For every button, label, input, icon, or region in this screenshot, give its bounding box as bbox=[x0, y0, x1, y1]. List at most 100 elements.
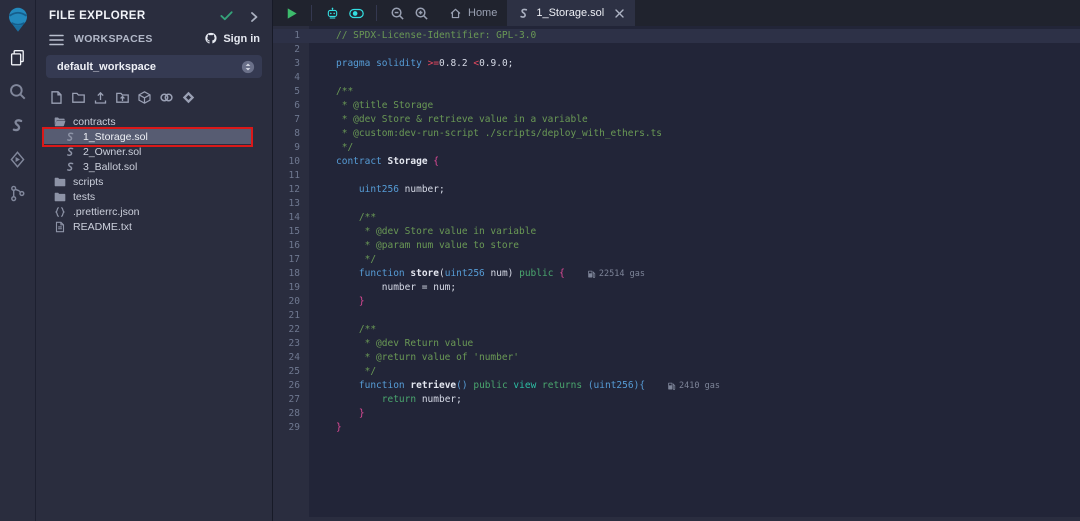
tree-item-label: scripts bbox=[73, 176, 103, 188]
workspace-selected-value: default_workspace bbox=[57, 61, 241, 73]
code-text: // SPDX-License-Identifier: GPL-3.0 bbox=[309, 29, 536, 43]
code-line: 16 * @param num value to store bbox=[273, 239, 1080, 253]
tree-item-label: .prettierrc.json bbox=[73, 206, 140, 218]
remix-logo-icon[interactable] bbox=[0, 0, 36, 40]
horizontal-scrollbar[interactable] bbox=[273, 517, 1080, 521]
tree-item-.prettierrc.json[interactable]: .prettierrc.json bbox=[36, 204, 272, 219]
code-text: */ bbox=[309, 141, 353, 155]
cube-icon[interactable] bbox=[137, 90, 152, 105]
solidity-file-icon bbox=[64, 161, 76, 173]
line-number: 15 bbox=[273, 225, 309, 239]
code-line: 25 */ bbox=[273, 365, 1080, 379]
code-line: 7 * @dev Store & retrieve value in a var… bbox=[273, 113, 1080, 127]
line-number: 10 bbox=[273, 155, 309, 169]
chevron-right-icon[interactable] bbox=[248, 10, 260, 22]
tree-item-label: README.txt bbox=[73, 221, 132, 233]
line-number: 27 bbox=[273, 393, 309, 407]
line-number: 28 bbox=[273, 407, 309, 421]
workspaces-menu-icon[interactable] bbox=[49, 33, 64, 45]
code-text: uint256 number; bbox=[309, 183, 445, 197]
solidity-compiler-icon[interactable] bbox=[0, 108, 36, 142]
line-number: 12 bbox=[273, 183, 309, 197]
code-editor[interactable]: 1// SPDX-License-Identifier: GPL-3.023pr… bbox=[273, 26, 1080, 521]
sign-in-label: Sign in bbox=[223, 33, 260, 45]
code-line: 15 * @dev Store value in variable bbox=[273, 225, 1080, 239]
tree-item-README.txt[interactable]: README.txt bbox=[36, 219, 272, 234]
line-number: 23 bbox=[273, 337, 309, 351]
line-number: 19 bbox=[273, 281, 309, 295]
tree-item-1_Storage.sol[interactable]: 1_Storage.sol bbox=[36, 129, 272, 144]
line-number: 14 bbox=[273, 211, 309, 225]
git-icon[interactable] bbox=[0, 176, 36, 210]
code-text: function store(uint256 num) public { bbox=[309, 267, 565, 281]
code-line: 1// SPDX-License-Identifier: GPL-3.0 bbox=[273, 29, 1080, 43]
gas-estimate-badge: 2410 gas bbox=[667, 379, 720, 393]
code-text: } bbox=[309, 407, 365, 421]
code-line: 21 bbox=[273, 309, 1080, 323]
folder-open-icon bbox=[54, 116, 66, 128]
code-text: contract Storage { bbox=[309, 155, 439, 169]
line-number: 11 bbox=[273, 169, 309, 183]
run-script-button[interactable] bbox=[279, 1, 303, 25]
code-text: * @dev Store value in variable bbox=[309, 225, 536, 239]
code-line: 28 } bbox=[273, 407, 1080, 421]
check-icon[interactable] bbox=[219, 8, 234, 23]
upload-folder-icon[interactable] bbox=[115, 90, 130, 105]
tree-item-label: tests bbox=[73, 191, 95, 203]
code-line: 17 */ bbox=[273, 253, 1080, 267]
upload-file-icon[interactable] bbox=[93, 90, 108, 105]
tree-item-3_Ballot.sol[interactable]: 3_Ballot.sol bbox=[36, 159, 272, 174]
zoom-in-icon[interactable] bbox=[409, 1, 433, 25]
new-folder-icon[interactable] bbox=[71, 90, 86, 105]
code-line: 18 function store(uint256 num) public {2… bbox=[273, 267, 1080, 281]
code-line: 8 * @custom:dev-run-script ./scripts/dep… bbox=[273, 127, 1080, 141]
file-tree: contracts 1_Storage.sol2_Owner.sol 3_Ballo… bbox=[36, 114, 272, 234]
github-icon bbox=[204, 32, 218, 46]
code-line: 11 bbox=[273, 169, 1080, 183]
tab-1-storage-sol[interactable]: 1_Storage.sol bbox=[507, 0, 635, 26]
line-number: 21 bbox=[273, 309, 309, 323]
workspaces-label: WORKSPACES bbox=[74, 33, 204, 45]
close-tab-icon[interactable] bbox=[614, 8, 625, 19]
tree-item-contracts[interactable]: contracts bbox=[36, 114, 272, 129]
code-line: 24 * @return value of 'number' bbox=[273, 351, 1080, 365]
tree-item-label: 3_Ballot.sol bbox=[83, 161, 137, 173]
code-text: return number; bbox=[309, 393, 462, 407]
link-icon[interactable] bbox=[159, 90, 174, 105]
remix-ide-window: FILE EXPLORER WORKSPACES Sign in default… bbox=[0, 0, 1080, 521]
code-line: 2 bbox=[273, 43, 1080, 57]
ai-assistant-icon[interactable] bbox=[320, 1, 344, 25]
new-file-icon[interactable] bbox=[49, 90, 64, 105]
diamond-icon[interactable] bbox=[181, 90, 196, 105]
line-number: 16 bbox=[273, 239, 309, 253]
code-line: 9 */ bbox=[273, 141, 1080, 155]
line-number: 22 bbox=[273, 323, 309, 337]
search-icon[interactable] bbox=[0, 74, 36, 108]
tree-item-scripts[interactable]: scripts bbox=[36, 174, 272, 189]
code-line: 4 bbox=[273, 71, 1080, 85]
zoom-out-icon[interactable] bbox=[385, 1, 409, 25]
copilot-toggle[interactable] bbox=[344, 1, 368, 25]
tree-item-tests[interactable]: tests bbox=[36, 189, 272, 204]
code-line: 22 /** bbox=[273, 323, 1080, 337]
tree-item-2_Owner.sol[interactable]: 2_Owner.sol bbox=[36, 144, 272, 159]
tab-home[interactable]: Home bbox=[439, 0, 507, 26]
deploy-run-icon[interactable] bbox=[0, 142, 36, 176]
code-line: 19 number = num; bbox=[273, 281, 1080, 295]
file-actions-toolbar bbox=[36, 78, 272, 110]
tab-bar: Home 1_Storage.sol bbox=[273, 0, 1080, 26]
toolbar-divider bbox=[311, 5, 312, 21]
tree-item-label: contracts bbox=[73, 116, 116, 128]
sign-in-button[interactable]: Sign in bbox=[204, 32, 260, 46]
code-line: 20 } bbox=[273, 295, 1080, 309]
file-explorer-header: FILE EXPLORER bbox=[36, 0, 272, 29]
code-line: 5/** bbox=[273, 85, 1080, 99]
folder-icon bbox=[54, 176, 66, 188]
line-number: 1 bbox=[273, 29, 309, 43]
workspace-select[interactable]: default_workspace bbox=[46, 55, 262, 78]
line-number: 3 bbox=[273, 57, 309, 71]
file-explorer-icon[interactable] bbox=[0, 40, 36, 74]
tree-item-label: 1_Storage.sol bbox=[83, 131, 148, 143]
line-number: 18 bbox=[273, 267, 309, 281]
toolbar-divider bbox=[376, 5, 377, 21]
